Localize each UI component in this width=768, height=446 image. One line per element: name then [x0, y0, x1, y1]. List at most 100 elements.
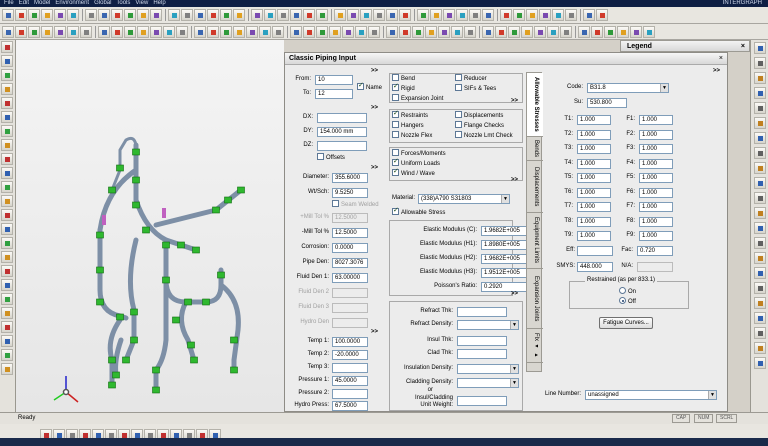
- fitting-marker[interactable]: [142, 226, 150, 234]
- fitting-marker[interactable]: [152, 386, 160, 394]
- tool-icon[interactable]: [1, 251, 13, 263]
- tool-icon[interactable]: [1, 349, 13, 361]
- tool-icon[interactable]: [1, 97, 13, 109]
- tool-icon[interactable]: [1, 237, 13, 249]
- tool-icon[interactable]: [329, 25, 341, 38]
- fitting-marker[interactable]: [202, 298, 210, 306]
- fitting-marker[interactable]: [108, 356, 116, 364]
- fitting-marker[interactable]: [212, 206, 220, 214]
- tool-icon[interactable]: [754, 177, 766, 189]
- material-select[interactable]: (338)A790 S31803 ▼: [418, 194, 510, 204]
- restrained-on-radio[interactable]: On: [619, 287, 636, 297]
- tool-icon[interactable]: [54, 25, 66, 38]
- fitting-marker[interactable]: [132, 148, 140, 156]
- name-checkbox[interactable]: Name: [357, 81, 382, 93]
- tool-icon[interactable]: [1, 41, 13, 53]
- insul-thk-input[interactable]: [457, 336, 507, 346]
- allowable-stress-checkbox[interactable]: Allowable Stress: [392, 206, 445, 218]
- tool-icon[interactable]: [596, 9, 608, 21]
- fitting-marker[interactable]: [230, 366, 238, 374]
- menu-item-environment[interactable]: Environment: [55, 0, 89, 6]
- tab-bends[interactable]: Bends: [527, 137, 543, 161]
- t3-input[interactable]: 1.000: [577, 144, 611, 154]
- to-node-input[interactable]: 12: [315, 89, 353, 99]
- tool-icon[interactable]: [259, 25, 271, 38]
- temp-1-input[interactable]: 100.0000: [332, 337, 368, 347]
- collapse-chevron[interactable]: >>: [371, 105, 378, 111]
- tool-icon[interactable]: [754, 357, 766, 369]
- tool-icon[interactable]: [754, 102, 766, 114]
- fac-input[interactable]: 0.720: [637, 246, 673, 256]
- f1-input[interactable]: 1.000: [639, 115, 673, 125]
- fitting-marker[interactable]: [177, 241, 185, 249]
- t4-input[interactable]: 1.000: [577, 158, 611, 169]
- wt-sch-input[interactable]: 9.5250: [332, 188, 368, 198]
- tool-icon[interactable]: [220, 9, 232, 21]
- menu-item-file[interactable]: File: [4, 0, 14, 6]
- fitting-marker[interactable]: [152, 366, 160, 374]
- tool-icon[interactable]: [67, 25, 79, 38]
- restrained-off-radio[interactable]: Off: [619, 297, 636, 307]
- tool-icon[interactable]: [355, 25, 367, 38]
- elastic-modulus-h2-input[interactable]: 1.9682E+005: [481, 254, 527, 264]
- fitting-marker[interactable]: [116, 164, 124, 172]
- tool-icon[interactable]: [754, 57, 766, 69]
- tool-icon[interactable]: [438, 25, 450, 38]
- tool-icon[interactable]: [1, 125, 13, 137]
- refract-thk-input[interactable]: [457, 307, 507, 317]
- tool-icon[interactable]: [430, 9, 442, 21]
- tool-icon[interactable]: [754, 132, 766, 144]
- tool-icon[interactable]: [1, 83, 13, 95]
- tool-icon[interactable]: [643, 25, 655, 38]
- tool-icon[interactable]: [464, 25, 476, 38]
- tool-icon[interactable]: [67, 9, 79, 21]
- tool-icon[interactable]: [1, 265, 13, 277]
- tool-icon[interactable]: [316, 9, 328, 21]
- fitting-marker[interactable]: [108, 186, 116, 194]
- fitting-marker[interactable]: [162, 241, 170, 249]
- fitting-marker[interactable]: [162, 276, 170, 284]
- restraints-checkbox[interactable]: Restraints: [392, 109, 428, 121]
- tool-icon[interactable]: [1, 195, 13, 207]
- tool-icon[interactable]: [290, 25, 302, 38]
- tool-icon[interactable]: [41, 25, 53, 38]
- fitting-marker[interactable]: [132, 201, 140, 209]
- tool-icon[interactable]: [513, 9, 525, 21]
- displacements-checkbox[interactable]: Displacements: [455, 111, 503, 121]
- tool-icon[interactable]: [1, 307, 13, 319]
- menu-item-help[interactable]: Help: [153, 0, 165, 6]
- t2-input[interactable]: 1.000: [577, 129, 611, 140]
- f5-input[interactable]: 1.000: [639, 173, 673, 183]
- tool-icon[interactable]: [630, 25, 642, 38]
- tool-icon[interactable]: [194, 9, 206, 21]
- tool-icon[interactable]: [15, 25, 27, 38]
- eff-input[interactable]: [577, 246, 613, 256]
- menu-item-model[interactable]: Model: [34, 0, 50, 6]
- fitting-marker[interactable]: [130, 308, 138, 316]
- t7-input[interactable]: 1.000: [577, 202, 611, 212]
- tool-icon[interactable]: [28, 25, 40, 38]
- menu-item-edit[interactable]: Edit: [19, 0, 29, 6]
- tool-icon[interactable]: [1, 139, 13, 151]
- temp-2-input[interactable]: -20.0000: [332, 350, 368, 360]
- f7-input[interactable]: 1.000: [639, 202, 673, 212]
- legend-close-icon[interactable]: ×: [741, 41, 745, 52]
- fatigue-curves-button[interactable]: Fatigue Curves...: [599, 317, 653, 329]
- tab-expansion-joints[interactable]: Expansion Joints: [527, 269, 543, 329]
- tool-icon[interactable]: [290, 9, 302, 21]
- tool-icon[interactable]: [303, 25, 315, 38]
- fitting-marker[interactable]: [96, 266, 104, 274]
- tool-icon[interactable]: [98, 9, 110, 21]
- elastic-modulus-c-input[interactable]: 1.9682E+005: [481, 226, 527, 236]
- tool-icon[interactable]: [521, 25, 533, 38]
- su-input[interactable]: 530.800: [587, 98, 627, 108]
- insulation-density-select[interactable]: ▼: [457, 364, 519, 374]
- tool-icon[interactable]: [417, 9, 429, 21]
- fitting-marker[interactable]: [96, 231, 104, 239]
- tool-icon[interactable]: [168, 9, 180, 21]
- fitting-marker[interactable]: [184, 298, 192, 306]
- tool-icon[interactable]: [754, 207, 766, 219]
- tool-icon[interactable]: [303, 9, 315, 21]
- tab-flx-scroll[interactable]: Flx ◂ ▸: [527, 329, 543, 363]
- fitting-marker[interactable]: [130, 336, 138, 344]
